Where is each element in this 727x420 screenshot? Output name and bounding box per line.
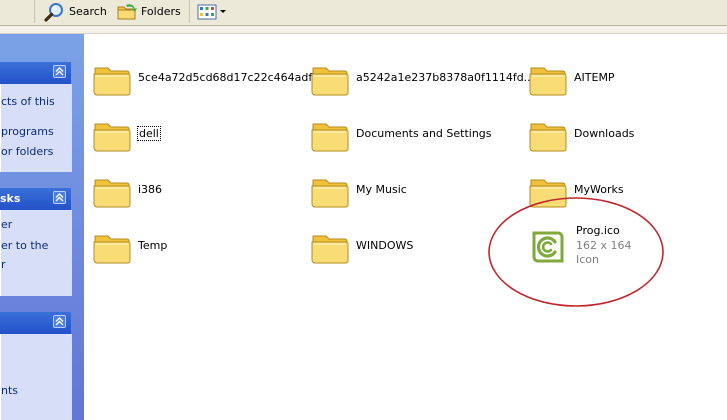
item-name: My Music: [356, 183, 407, 196]
task-pane-body: cts of this programs or folders: [0, 84, 72, 172]
toolbar-separator: [34, 0, 35, 23]
folder-icon: [93, 67, 131, 96]
task-link[interactable]: nts: [1, 384, 18, 397]
folder-icon: [93, 123, 131, 152]
folder-icon: [311, 235, 349, 264]
task-pane-header-title: sks: [0, 192, 21, 205]
folder-icon: [93, 235, 131, 264]
item-name: Documents and Settings: [356, 127, 492, 140]
item-name: MyWorks: [574, 183, 624, 196]
collapse-chevron-icon[interactable]: [53, 191, 66, 204]
item-name: 5ce4a72d5cd68d17c22c464adf: [138, 71, 313, 84]
folder-icon: [529, 123, 567, 152]
views-icon: [197, 4, 217, 19]
search-button[interactable]: Search: [44, 0, 107, 23]
file-list: 5ce4a72d5cd68d17c22c464adf a5242a1e237b8…: [84, 34, 727, 420]
search-button-label: Search: [69, 5, 107, 18]
collapse-chevron-icon[interactable]: [53, 65, 66, 78]
task-pane-header[interactable]: [0, 62, 71, 84]
task-pane-header[interactable]: [0, 312, 71, 334]
item-name: i386: [138, 183, 163, 196]
item-name: Temp: [138, 239, 168, 252]
item-name: a5242a1e237b8378a0f1114fd...: [356, 71, 535, 84]
file-type: Icon: [576, 253, 599, 266]
task-link[interactable]: cts of this: [1, 95, 55, 108]
item-name: Prog.ico: [576, 224, 620, 237]
toolbar: Search Folders: [0, 0, 727, 26]
task-link[interactable]: er to the: [1, 239, 48, 252]
address-bar-strip: [0, 26, 727, 34]
folder-icon: [529, 67, 567, 96]
file-dimensions: 162 x 164: [576, 239, 632, 252]
toolbar-separator: [189, 0, 190, 23]
task-pane-header[interactable]: sks: [0, 188, 71, 210]
task-pane-body: nts: [0, 334, 72, 420]
folders-icon: [117, 3, 137, 19]
task-pane: cts of this programs or folders sks er e…: [0, 34, 84, 420]
item-name: Downloads: [574, 127, 635, 140]
collapse-chevron-icon[interactable]: [53, 315, 66, 328]
task-link[interactable]: or folders: [1, 145, 53, 158]
chevron-down-icon: [220, 10, 226, 13]
item-name: dell: [137, 126, 161, 141]
task-pane-body: er er to the r: [0, 210, 72, 296]
folder-icon: [529, 179, 567, 208]
folders-button[interactable]: Folders: [116, 0, 181, 23]
folders-button-label: Folders: [141, 5, 181, 18]
item-name: AITEMP: [574, 71, 615, 84]
folder-icon: [311, 67, 349, 96]
views-button[interactable]: [197, 0, 226, 23]
item-name: WINDOWS: [356, 239, 414, 252]
prog-icon: [532, 231, 564, 263]
task-link[interactable]: programs: [1, 125, 54, 138]
search-icon: [44, 2, 63, 22]
folder-icon: [311, 123, 349, 152]
folder-icon: [93, 179, 131, 208]
task-link[interactable]: er: [1, 218, 12, 231]
folder-icon: [311, 179, 349, 208]
task-link[interactable]: r: [1, 258, 6, 271]
